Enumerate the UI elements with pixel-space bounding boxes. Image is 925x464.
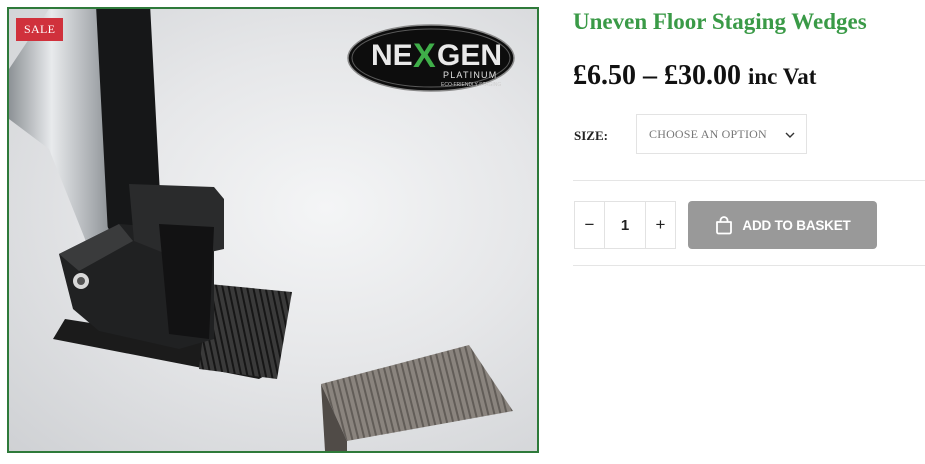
quantity-stepper: − 1 +: [574, 201, 676, 249]
product-image-gallery[interactable]: SALE NE X GEN PLATINUM ECO-FRIENDLY STAG…: [7, 7, 539, 453]
size-select[interactable]: CHOOSE AN OPTION: [636, 114, 807, 154]
nexgen-logo: NE X GEN PLATINUM ECO-FRIENDLY STAGING: [347, 24, 515, 92]
price-range: £6.50 – £30.00: [573, 60, 741, 91]
svg-text:X: X: [413, 37, 436, 75]
quantity-decrease-button[interactable]: −: [575, 202, 604, 248]
add-to-basket-label: ADD TO BASKET: [742, 217, 851, 233]
divider: [573, 265, 925, 266]
svg-text:ECO-FRIENDLY STAGING: ECO-FRIENDLY STAGING: [441, 82, 501, 88]
svg-text:NE: NE: [371, 39, 413, 72]
chevron-down-icon: [785, 132, 795, 138]
add-to-basket-button[interactable]: ADD TO BASKET: [688, 201, 877, 249]
svg-text:GEN: GEN: [437, 39, 502, 72]
size-label: SIZE:: [574, 128, 608, 143]
size-select-value: CHOOSE AN OPTION: [649, 127, 767, 141]
product-title: Uneven Floor Staging Wedges: [573, 9, 867, 34]
product-price: £6.50 – £30.00 inc Vat: [573, 60, 816, 92]
sale-badge: SALE: [16, 18, 64, 41]
price-suffix: inc Vat: [748, 64, 817, 89]
shopping-bag-icon: [716, 216, 733, 235]
quantity-input[interactable]: 1: [604, 202, 646, 248]
size-variation-row: SIZE: CHOOSE AN OPTION: [573, 114, 873, 156]
svg-text:PLATINUM: PLATINUM: [443, 70, 497, 80]
divider: [573, 180, 925, 181]
quantity-increase-button[interactable]: +: [646, 202, 675, 248]
